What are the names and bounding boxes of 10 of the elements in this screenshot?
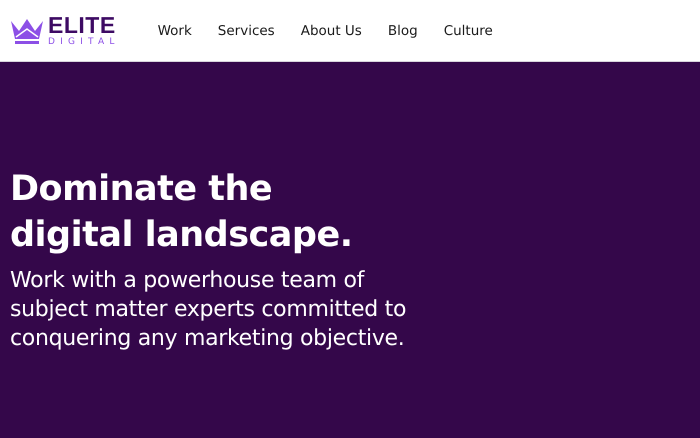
nav-link[interactable]: About Us	[300, 22, 362, 38]
nav-link[interactable]: Blog	[388, 22, 418, 38]
hero-headline: Dominate the digital landscape.	[10, 168, 354, 257]
nav-link[interactable]: Culture	[444, 22, 493, 38]
logo-name: ELITE	[48, 14, 117, 37]
logo-tagline: DIGITAL	[48, 38, 120, 47]
hero-subtitle: Work with a powerhouse team of subject matter experts committed to conquering any marketing objective.	[10, 267, 408, 353]
crown-icon	[10, 16, 44, 44]
nav-link[interactable]: Services	[218, 22, 275, 38]
nav-link[interactable]: Work	[158, 22, 192, 38]
